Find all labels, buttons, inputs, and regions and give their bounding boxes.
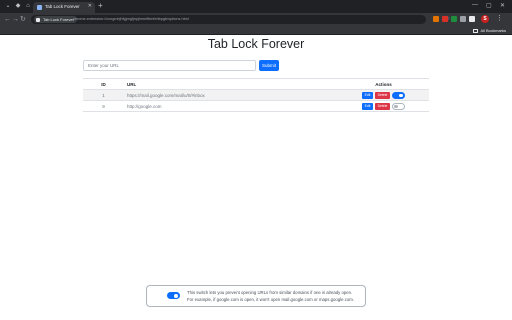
edit-button[interactable]: Edit — [362, 102, 373, 110]
reload-icon[interactable]: ↻ — [20, 15, 26, 24]
all-bookmarks-label: All Bookmarks — [480, 28, 506, 33]
extension-chip-icon — [36, 17, 40, 22]
table-row: 1 https://mail.google.com/mail/u/0/#inbo… — [83, 89, 429, 101]
extension-icon-3[interactable] — [451, 16, 457, 22]
maximize-icon[interactable]: ▢ — [486, 2, 492, 9]
profile-avatar[interactable]: S — [481, 15, 489, 23]
tab-title: Tab Lock Forever — [45, 4, 80, 9]
row-url: http://google.com — [124, 100, 338, 112]
row-id: 1 — [83, 89, 124, 101]
extension-icon-1[interactable] — [433, 16, 439, 22]
table-row: 9 http://google.com Edit Delete — [83, 100, 429, 112]
all-bookmarks-button[interactable]: All Bookmarks — [473, 27, 506, 34]
row-id: 9 — [83, 100, 124, 112]
browser-tab-strip: ⌄ ◆ ⌂ Tab Lock Forever ✕ + — ▢ ✕ — [0, 0, 512, 13]
extension-icon-2[interactable] — [442, 16, 448, 22]
close-window-icon[interactable]: ✕ — [500, 2, 505, 9]
tab-search-icon[interactable]: ⌄ — [4, 2, 12, 10]
back-icon[interactable]: ← — [4, 15, 11, 24]
similar-domain-description: This switch lets you prevent opening URL… — [187, 289, 363, 303]
folder-icon — [473, 28, 479, 33]
edit-button[interactable]: Edit — [362, 91, 373, 99]
forward-icon[interactable]: → — [12, 15, 19, 24]
info-line-1: This switch lets you prevent opening URL… — [187, 290, 353, 295]
tab-tab-lock-forever[interactable]: Tab Lock Forever ✕ — [33, 2, 95, 13]
minimize-icon[interactable]: — — [472, 2, 478, 8]
address-bar[interactable]: Tab Lock Forever chrome-extension://ccng… — [31, 15, 450, 24]
delete-button[interactable]: Delete — [375, 91, 390, 99]
row-url: https://mail.google.com/mail/u/0/#inbox — [124, 89, 338, 101]
header-actions: Actions — [338, 78, 429, 90]
header-url: URL — [124, 78, 338, 90]
bookmarks-bar: All Bookmarks — [0, 26, 512, 35]
shield-icon[interactable]: ◆ — [14, 2, 22, 10]
info-line-2: For example, if google.com is open, it w… — [187, 297, 355, 302]
extension-chip-label: Tab Lock Forever — [43, 17, 74, 22]
extensions-puzzle-icon[interactable] — [469, 16, 475, 22]
tab-close-icon[interactable]: ✕ — [88, 3, 92, 9]
header-id: ID — [83, 78, 124, 90]
tab-favicon-icon — [37, 5, 42, 10]
new-tab-icon[interactable]: + — [98, 2, 103, 10]
extension-site-chip[interactable]: Tab Lock Forever — [34, 16, 77, 23]
row-actions: Edit Delete — [338, 100, 429, 112]
similar-domain-info-box: This switch lets you prevent opening URL… — [146, 285, 366, 307]
toggle-knob — [394, 104, 398, 109]
similar-domain-toggle[interactable] — [167, 292, 180, 299]
address-url: chrome-extension://ccngmbjhfgjmgfjnpjhmn… — [73, 17, 189, 21]
submit-button[interactable]: Submit — [259, 60, 279, 71]
page-title: Tab Lock Forever — [207, 37, 305, 51]
lock-toggle[interactable] — [392, 102, 405, 110]
table-header-row: ID URL Actions — [83, 78, 429, 90]
browser-menu-icon[interactable]: ⋮ — [496, 14, 503, 22]
delete-button[interactable]: Delete — [375, 102, 390, 110]
extension-icon-4[interactable] — [460, 16, 466, 22]
tab-group-icon[interactable]: ⌂ — [24, 2, 32, 10]
toggle-knob — [174, 294, 178, 298]
locked-urls-table: ID URL Actions 1 https://mail.google.com… — [83, 78, 429, 112]
toggle-knob — [399, 93, 403, 98]
row-actions: Edit Delete — [338, 89, 429, 101]
lock-toggle[interactable] — [392, 91, 405, 99]
url-input[interactable] — [83, 60, 256, 71]
